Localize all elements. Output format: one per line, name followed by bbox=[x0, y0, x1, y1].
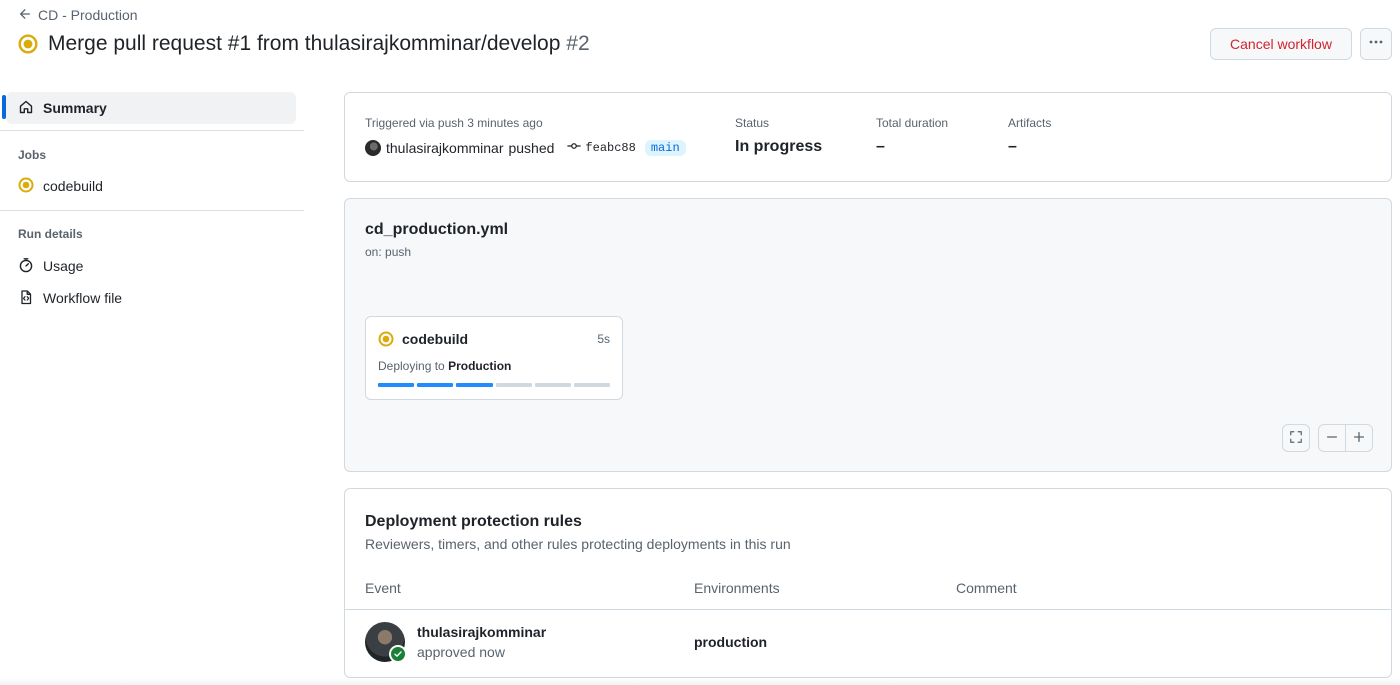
table-divider bbox=[345, 609, 1391, 610]
fullscreen-button[interactable] bbox=[1282, 424, 1310, 452]
file-code-icon bbox=[18, 289, 34, 308]
deployment-protection-rules-card: Deployment protection rules Reviewers, t… bbox=[344, 488, 1392, 678]
kebab-horizontal-icon bbox=[1368, 34, 1384, 55]
home-icon bbox=[18, 99, 34, 118]
rules-subtitle: Reviewers, timers, and other rules prote… bbox=[365, 536, 791, 552]
run-title: Merge pull request #1 from thulasirajkom… bbox=[48, 32, 561, 55]
zoom-in-button[interactable] bbox=[1345, 424, 1373, 452]
column-header-event: Event bbox=[365, 580, 401, 596]
approval-event: approved now bbox=[417, 644, 505, 660]
more-options-button[interactable] bbox=[1360, 28, 1392, 60]
git-commit-icon bbox=[567, 139, 582, 157]
run-details-heading: Run details bbox=[18, 227, 83, 241]
status-value: In progress bbox=[735, 138, 823, 155]
sidebar-item-label: codebuild bbox=[43, 178, 103, 194]
job-current-step: Deploying to Production bbox=[378, 359, 511, 373]
minus-icon bbox=[1325, 430, 1339, 447]
zoom-out-button[interactable] bbox=[1318, 424, 1346, 452]
workflow-graph-card: cd_production.yml on: push codebuild 5s … bbox=[344, 198, 1392, 472]
sidebar-divider bbox=[0, 130, 304, 131]
sidebar-item-summary[interactable]: Summary bbox=[6, 92, 296, 124]
step-prefix: Deploying to bbox=[378, 359, 445, 373]
cancel-workflow-button[interactable]: Cancel workflow bbox=[1210, 28, 1352, 60]
page-bottom-fade bbox=[0, 678, 1400, 685]
duration-value: – bbox=[876, 138, 885, 155]
back-link-label: CD - Production bbox=[38, 7, 138, 23]
progress-segment bbox=[456, 383, 493, 387]
in-progress-status-icon bbox=[18, 177, 34, 196]
workflow-trigger: on: push bbox=[365, 245, 412, 259]
progress-segment bbox=[378, 383, 415, 387]
back-to-workflow-link[interactable]: CD - Production bbox=[18, 6, 138, 24]
sidebar-item-workflow-file[interactable]: Workflow file bbox=[6, 282, 296, 314]
push-details: thulasirajkomminar pushed feabc88 main bbox=[365, 139, 686, 157]
commit-sha: feabc88 bbox=[585, 141, 636, 155]
in-progress-status-icon bbox=[378, 331, 394, 347]
sidebar-item-label: Usage bbox=[43, 258, 84, 274]
column-header-comment: Comment bbox=[956, 580, 1017, 596]
run-summary-card: Triggered via push 3 minutes ago thulasi… bbox=[344, 92, 1392, 182]
progress-segment bbox=[495, 383, 532, 387]
sidebar-divider bbox=[0, 210, 304, 211]
run-title-row: Merge pull request #1 from thulasirajkom… bbox=[18, 32, 590, 56]
rules-title: Deployment protection rules bbox=[365, 513, 582, 530]
status-label: Status bbox=[735, 116, 770, 130]
stopwatch-icon bbox=[18, 257, 34, 276]
plus-icon bbox=[1352, 430, 1366, 447]
environment-name: production bbox=[694, 634, 768, 650]
page-title: Merge pull request #1 from thulasirajkom… bbox=[48, 32, 590, 56]
sidebar-item-label: Summary bbox=[43, 100, 107, 116]
approver-name[interactable]: thulasirajkomminar bbox=[417, 624, 546, 640]
column-header-environments: Environments bbox=[694, 580, 780, 596]
arrow-left-icon bbox=[18, 7, 32, 24]
check-circle-icon bbox=[389, 645, 407, 663]
page-header: CD - Production Merge pull request #1 fr… bbox=[0, 0, 1400, 80]
jobs-heading: Jobs bbox=[18, 148, 47, 162]
sidebar-item-label: Workflow file bbox=[43, 290, 123, 306]
workflow-file-name: cd_production.yml bbox=[365, 221, 509, 238]
progress-segment bbox=[534, 383, 571, 387]
step-environment: Production bbox=[448, 359, 512, 373]
commit-link[interactable]: feabc88 bbox=[567, 139, 636, 157]
run-number: #2 bbox=[566, 32, 590, 55]
avatar[interactable] bbox=[365, 140, 381, 156]
duration-label: Total duration bbox=[876, 116, 949, 130]
sidebar-item-usage[interactable]: Usage bbox=[6, 250, 296, 282]
in-progress-status-icon bbox=[18, 34, 38, 54]
job-elapsed: 5s bbox=[597, 332, 610, 346]
actor-link[interactable]: thulasirajkomminar bbox=[386, 140, 503, 156]
push-action: pushed bbox=[508, 140, 555, 156]
job-progress-bar bbox=[378, 383, 611, 387]
sidebar-item-codebuild[interactable]: codebuild bbox=[6, 170, 296, 202]
progress-segment bbox=[573, 383, 611, 387]
artifacts-label: Artifacts bbox=[1008, 116, 1052, 130]
branch-badge[interactable]: main bbox=[644, 140, 686, 156]
triggered-label: Triggered via push 3 minutes ago bbox=[365, 116, 543, 130]
screen-full-icon bbox=[1289, 430, 1303, 447]
job-name: codebuild bbox=[402, 331, 469, 347]
progress-segment bbox=[417, 383, 454, 387]
artifacts-value: – bbox=[1008, 138, 1017, 155]
job-node-codebuild[interactable]: codebuild 5s Deploying to Production bbox=[365, 316, 623, 400]
